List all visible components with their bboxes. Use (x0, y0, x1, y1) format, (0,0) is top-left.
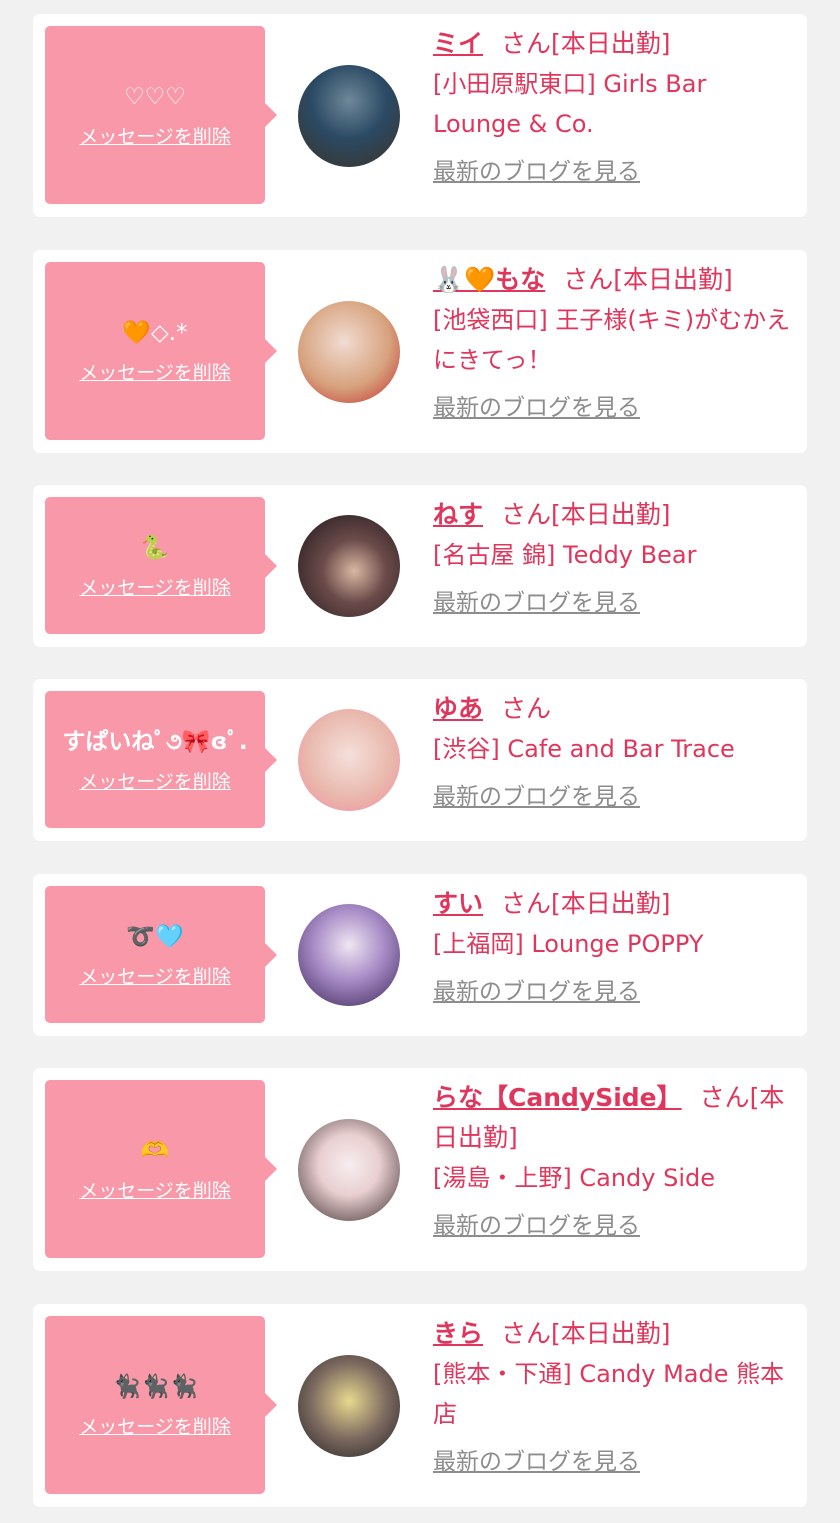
list-item: 🫶 メッセージを削除 らな【CandySide】 さん[本日出勤] [湯島・上野]… (33, 1068, 807, 1271)
cast-name-link[interactable]: ゆあ (433, 694, 483, 723)
cast-name-link[interactable]: すい (433, 889, 483, 918)
latest-blog-link[interactable]: 最新のブログを見る (433, 1212, 640, 1240)
delete-message-link[interactable]: メッセージを削除 (79, 966, 231, 988)
shop-name: [渋谷] Cafe and Bar Trace (433, 735, 735, 763)
list-item: 🧡◇.* メッセージを削除 🐰🧡もな さん[本日出勤] [池袋西口] 王子様(キミ… (33, 250, 807, 453)
cast-name-link[interactable]: ミイ (433, 29, 483, 58)
cast-name-link[interactable]: らな【CandySide】 (433, 1083, 682, 1112)
name-line: ゆあ さん (433, 689, 797, 729)
name-line: すい さん[本日出勤] (433, 884, 797, 924)
avatar[interactable] (298, 709, 400, 811)
list-item: 🐍 メッセージを削除 ねす さん[本日出勤] [名古屋 錦] Teddy Bear… (33, 485, 807, 647)
status-text: さん (501, 694, 552, 723)
delete-message-link[interactable]: メッセージを削除 (79, 771, 231, 793)
name-line: ねす さん[本日出勤] (433, 495, 797, 535)
message-text: ♡♡♡ (124, 84, 186, 110)
shop-name: [小田原駅東口] Girls Bar Lounge & Co. (433, 70, 707, 138)
message-bubble: 🫶 メッセージを削除 (45, 1080, 277, 1258)
message-text: すぱいねﾟ૭🎀ɞﾟ. (62, 728, 248, 755)
latest-blog-link[interactable]: 最新のブログを見る (433, 589, 640, 617)
name-line: ミイ さん[本日出勤] (433, 24, 797, 64)
list-item: ➰🩵 メッセージを削除 すい さん[本日出勤] [上福岡] Lounge POPP… (33, 874, 807, 1036)
name-line: きら さん[本日出勤] (433, 1314, 797, 1354)
latest-blog-link[interactable]: 最新のブログを見る (433, 783, 640, 811)
cast-name-link[interactable]: ねす (433, 500, 483, 529)
avatar[interactable] (298, 65, 400, 167)
message-text: ➰🩵 (126, 923, 184, 950)
list-item: 🐈‍⬛🐈‍⬛🐈‍⬛ メッセージを削除 きら さん[本日出勤] [熊本・下通] Ca… (33, 1304, 807, 1507)
cast-name-link[interactable]: 🐰🧡もな (433, 265, 545, 294)
message-bubble: 🧡◇.* メッセージを削除 (45, 262, 277, 440)
shop-name: [池袋西口] 王子様(キミ)がむかえにきてっ！ (433, 306, 791, 374)
list-item: すぱいねﾟ૭🎀ɞﾟ. メッセージを削除 ゆあ さん [渋谷] Cafe and B… (33, 679, 807, 841)
avatar[interactable] (298, 904, 400, 1006)
latest-blog-link[interactable]: 最新のブログを見る (433, 158, 640, 186)
delete-message-link[interactable]: メッセージを削除 (79, 126, 231, 148)
cast-name-link[interactable]: きら (433, 1319, 483, 1348)
message-bubble: すぱいねﾟ૭🎀ɞﾟ. メッセージを削除 (45, 691, 277, 828)
latest-blog-link[interactable]: 最新のブログを見る (433, 1448, 640, 1476)
avatar[interactable] (298, 301, 400, 403)
message-bubble: 🐈‍⬛🐈‍⬛🐈‍⬛ メッセージを削除 (45, 1316, 277, 1494)
name-line: らな【CandySide】 さん[本日出勤] (433, 1078, 797, 1158)
delete-message-link[interactable]: メッセージを削除 (79, 1180, 231, 1202)
shop-name: [名古屋 錦] Teddy Bear (433, 541, 697, 569)
delete-message-link[interactable]: メッセージを削除 (79, 577, 231, 599)
message-text: 🐍 (140, 534, 170, 561)
name-line: 🐰🧡もな さん[本日出勤] (433, 260, 797, 300)
avatar[interactable] (298, 1355, 400, 1457)
list-item: ♡♡♡ メッセージを削除 ミイ さん[本日出勤] [小田原駅東口] Girls B… (33, 14, 807, 217)
status-text: さん[本日出勤] (501, 29, 671, 58)
message-text: 🧡◇.* (122, 320, 188, 346)
avatar[interactable] (298, 515, 400, 617)
status-text: さん[本日出勤] (501, 889, 671, 918)
message-text: 🐈‍⬛🐈‍⬛🐈‍⬛ (112, 1374, 198, 1400)
message-bubble: ➰🩵 メッセージを削除 (45, 886, 277, 1023)
delete-message-link[interactable]: メッセージを削除 (79, 362, 231, 384)
message-text: 🫶 (140, 1138, 170, 1164)
shop-name: [湯島・上野] Candy Side (433, 1164, 715, 1192)
avatar[interactable] (298, 1119, 400, 1221)
latest-blog-link[interactable]: 最新のブログを見る (433, 978, 640, 1006)
latest-blog-link[interactable]: 最新のブログを見る (433, 394, 640, 422)
status-text: さん[本日出勤] (501, 1319, 671, 1348)
shop-name: [上福岡] Lounge POPPY (433, 930, 704, 958)
delete-message-link[interactable]: メッセージを削除 (79, 1416, 231, 1438)
status-text: さん[本日出勤] (563, 265, 733, 294)
shop-name: [熊本・下通] Candy Made 熊本店 (433, 1360, 785, 1428)
message-bubble: 🐍 メッセージを削除 (45, 497, 277, 634)
status-text: さん[本日出勤] (501, 500, 671, 529)
message-bubble: ♡♡♡ メッセージを削除 (45, 26, 277, 204)
